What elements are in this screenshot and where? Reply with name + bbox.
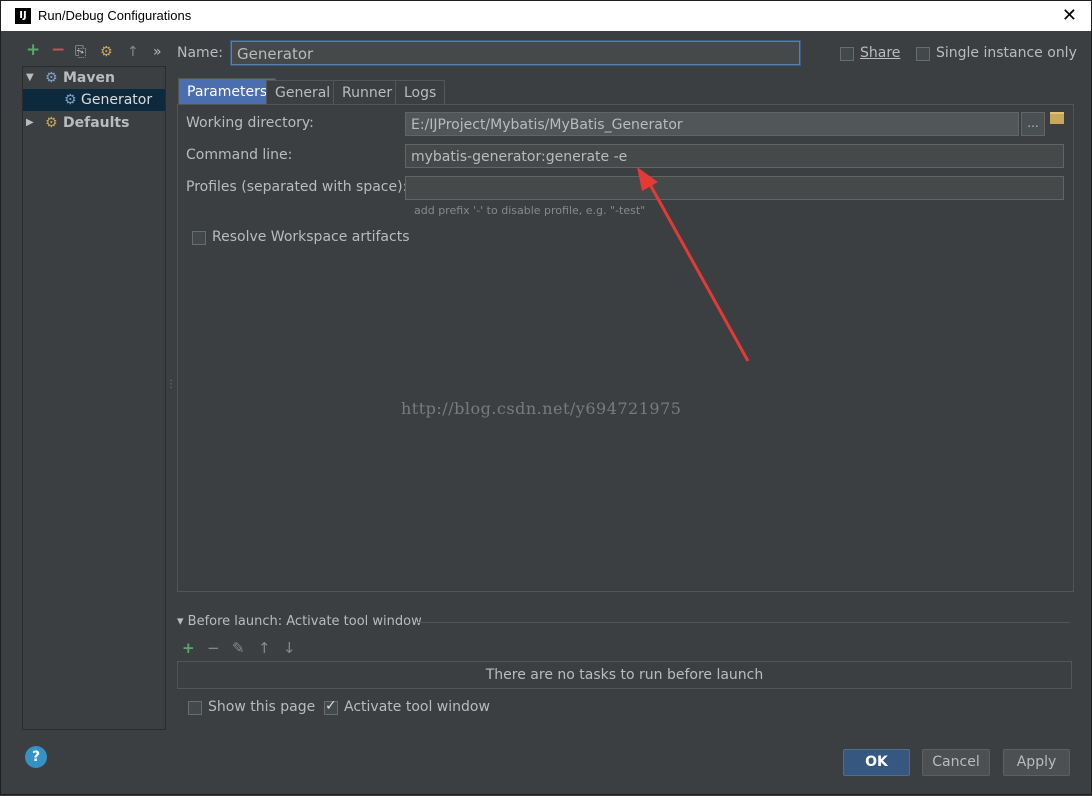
command-line-label: Command line: [186,147,293,163]
configuration-tree: ▼ ⚙ Maven ⚙ Generator ▶ ⚙ Defaults [22,66,166,730]
add-task-icon[interactable]: + [182,639,195,657]
show-this-page-label[interactable]: Show this page [208,699,315,715]
before-launch-task-list: There are no tasks to run before launch [177,661,1072,689]
tab-runner[interactable]: Runner [333,80,402,105]
tree-item-label: Generator [81,92,153,108]
profiles-hint: add prefix '-' to disable profile, e.g. … [414,204,646,217]
working-directory-field[interactable]: E:/IJProject/Mybatis/MyBatis_Generator [405,112,1019,136]
activate-tool-window-label[interactable]: Activate tool window [344,699,490,715]
tree-item-maven[interactable]: ▼ ⚙ Maven [23,67,165,89]
edit-defaults-icon[interactable]: ⚙ [100,44,113,60]
working-directory-label: Working directory: [186,115,314,131]
resolve-workspace-label[interactable]: Resolve Workspace artifacts [212,229,409,245]
add-configuration-icon[interactable]: + [26,42,40,59]
apply-button[interactable]: Apply [1003,749,1070,776]
profiles-input[interactable] [405,176,1064,200]
show-this-page-checkbox[interactable] [188,701,202,715]
tree-item-label: Defaults [63,115,130,131]
more-icon[interactable]: » [153,44,162,60]
tab-logs[interactable]: Logs [395,80,446,105]
tree-item-defaults[interactable]: ▶ ⚙ Defaults [23,112,165,134]
tab-general[interactable]: General [266,80,340,105]
tab-parameters[interactable]: Parameters [178,78,277,105]
copy-configuration-icon[interactable]: ⎘ [75,44,86,60]
watermark-text: http://blog.csdn.net/y694721975 [401,399,682,418]
before-launch-divider [417,622,1070,623]
share-label[interactable]: Share [860,45,900,61]
close-icon[interactable]: ✕ [1062,5,1077,26]
expand-arrow-icon[interactable]: ▼ [26,67,34,89]
share-checkbox[interactable] [840,47,854,61]
defaults-icon: ⚙ [45,115,58,131]
move-task-up-icon[interactable]: ↑ [258,639,271,657]
tree-item-generator[interactable]: ⚙ Generator [23,89,165,111]
collapse-arrow-icon[interactable]: ▶ [26,112,34,134]
select-module-folder-icon[interactable] [1050,112,1064,124]
single-instance-checkbox[interactable] [916,47,930,61]
single-instance-label[interactable]: Single instance only [936,45,1077,61]
maven-config-icon: ⚙ [64,92,77,108]
help-icon[interactable]: ? [25,746,47,768]
remove-task-icon[interactable]: − [207,639,220,657]
tree-item-label: Maven [63,70,115,86]
profiles-label: Profiles (separated with space): [186,179,408,195]
before-launch-label: Before launch: Activate tool window [187,614,422,629]
name-input[interactable]: Generator [231,41,800,65]
intellij-icon: IJ [15,8,31,24]
window-title: Run/Debug Configurations [38,8,192,23]
name-label: Name: [177,45,224,61]
before-launch-header[interactable]: ▾ Before launch: Activate tool window [177,614,422,629]
activate-tool-window-checkbox[interactable] [324,698,338,715]
remove-configuration-icon[interactable]: − [51,42,65,59]
edit-task-icon[interactable]: ✎ [232,639,245,657]
browse-button[interactable]: ... [1021,112,1045,136]
move-task-down-icon[interactable]: ↓ [283,639,296,657]
title-bar: IJ Run/Debug Configurations ✕ [1,1,1091,31]
move-up-icon[interactable]: ↑ [127,44,139,60]
run-debug-dialog: IJ Run/Debug Configurations ✕ + − ⎘ ⚙ ↑ … [0,0,1092,795]
command-line-input[interactable]: mybatis-generator:generate -e [405,144,1064,168]
resolve-workspace-checkbox[interactable] [192,231,206,245]
maven-gear-icon: ⚙ [45,70,58,86]
cancel-button[interactable]: Cancel [922,749,990,776]
ok-button[interactable]: OK [843,749,910,776]
splitter-handle[interactable]: ⋮ [166,379,176,390]
